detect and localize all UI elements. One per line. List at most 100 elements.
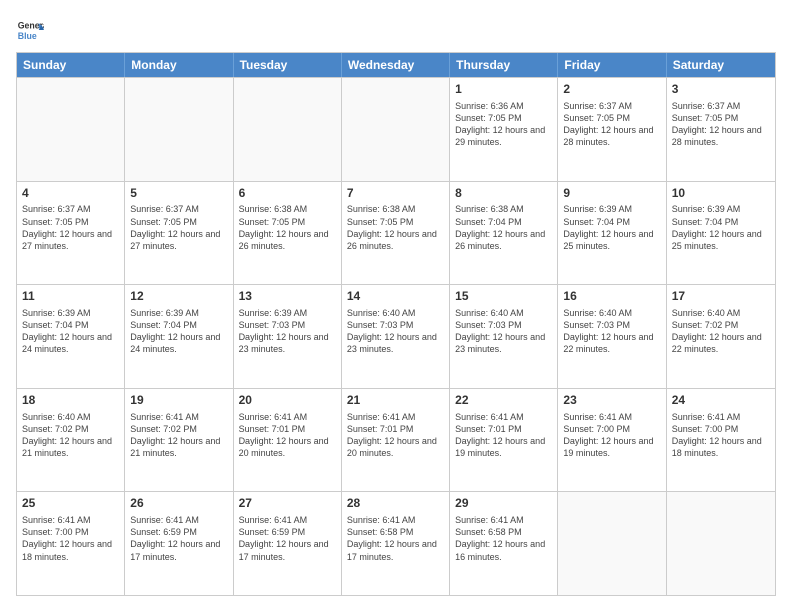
day-info: Sunrise: 6:41 AMSunset: 7:01 PMDaylight:… xyxy=(455,411,552,460)
day-info: Sunrise: 6:38 AMSunset: 7:04 PMDaylight:… xyxy=(455,203,552,252)
calendar-cell: 29 Sunrise: 6:41 AMSunset: 6:58 PMDayligh… xyxy=(450,492,558,595)
day-number: 10 xyxy=(672,185,770,202)
day-number: 8 xyxy=(455,185,552,202)
day-info: Sunrise: 6:39 AMSunset: 7:04 PMDaylight:… xyxy=(672,203,770,252)
day-info: Sunrise: 6:39 AMSunset: 7:04 PMDaylight:… xyxy=(130,307,227,356)
weekday-header-wednesday: Wednesday xyxy=(342,53,450,77)
day-info: Sunrise: 6:38 AMSunset: 7:05 PMDaylight:… xyxy=(239,203,336,252)
day-number: 28 xyxy=(347,495,444,512)
day-number: 26 xyxy=(130,495,227,512)
day-number: 18 xyxy=(22,392,119,409)
calendar-cell: 3 Sunrise: 6:37 AMSunset: 7:05 PMDaylight… xyxy=(667,78,775,181)
day-info: Sunrise: 6:41 AMSunset: 7:00 PMDaylight:… xyxy=(22,514,119,563)
calendar-cell: 19Sunrise: 6:41 AMSunset: 7:02 PMDayligh… xyxy=(125,389,233,492)
calendar-cell: 18 Sunrise: 6:40 AMSunset: 7:02 PMDayligh… xyxy=(17,389,125,492)
calendar-cell xyxy=(234,78,342,181)
calendar-cell: 10Sunrise: 6:39 AMSunset: 7:04 PMDayligh… xyxy=(667,182,775,285)
day-info: Sunrise: 6:40 AMSunset: 7:03 PMDaylight:… xyxy=(347,307,444,356)
day-info: Sunrise: 6:38 AMSunset: 7:05 PMDaylight:… xyxy=(347,203,444,252)
calendar: SundayMondayTuesdayWednesdayThursdayFrid… xyxy=(16,52,776,596)
calendar-row-4: 18 Sunrise: 6:40 AMSunset: 7:02 PMDayligh… xyxy=(17,388,775,492)
calendar-row-2: 4Sunrise: 6:37 AMSunset: 7:05 PMDaylight… xyxy=(17,181,775,285)
day-info: Sunrise: 6:40 AMSunset: 7:03 PMDaylight:… xyxy=(563,307,660,356)
day-number: 27 xyxy=(239,495,336,512)
calendar-cell: 9Sunrise: 6:39 AMSunset: 7:04 PMDaylight… xyxy=(558,182,666,285)
calendar-cell xyxy=(558,492,666,595)
calendar-cell: 16 Sunrise: 6:40 AMSunset: 7:03 PMDayligh… xyxy=(558,285,666,388)
calendar-cell: 1 Sunrise: 6:36 AMSunset: 7:05 PMDaylight… xyxy=(450,78,558,181)
svg-text:Blue: Blue xyxy=(18,31,37,41)
day-info: Sunrise: 6:41 AMSunset: 7:02 PMDaylight:… xyxy=(130,411,227,460)
weekday-header-sunday: Sunday xyxy=(17,53,125,77)
calendar-cell: 23Sunrise: 6:41 AMSunset: 7:00 PMDayligh… xyxy=(558,389,666,492)
day-number: 4 xyxy=(22,185,119,202)
calendar-cell: 17 Sunrise: 6:40 AMSunset: 7:02 PMDayligh… xyxy=(667,285,775,388)
day-info: Sunrise: 6:36 AMSunset: 7:05 PMDaylight:… xyxy=(455,100,552,149)
calendar-cell: 2Sunrise: 6:37 AMSunset: 7:05 PMDaylight… xyxy=(558,78,666,181)
day-number: 9 xyxy=(563,185,660,202)
day-info: Sunrise: 6:41 AMSunset: 7:01 PMDaylight:… xyxy=(347,411,444,460)
calendar-cell xyxy=(125,78,233,181)
day-number: 23 xyxy=(563,392,660,409)
calendar-cell: 6Sunrise: 6:38 AMSunset: 7:05 PMDaylight… xyxy=(234,182,342,285)
calendar-cell xyxy=(667,492,775,595)
weekday-header-monday: Monday xyxy=(125,53,233,77)
calendar-cell: 14 Sunrise: 6:40 AMSunset: 7:03 PMDayligh… xyxy=(342,285,450,388)
day-info: Sunrise: 6:40 AMSunset: 7:03 PMDaylight:… xyxy=(455,307,552,356)
day-number: 25 xyxy=(22,495,119,512)
day-number: 14 xyxy=(347,288,444,305)
weekday-header-saturday: Saturday xyxy=(667,53,775,77)
day-number: 5 xyxy=(130,185,227,202)
calendar-row-1: 1 Sunrise: 6:36 AMSunset: 7:05 PMDaylight… xyxy=(17,77,775,181)
day-info: Sunrise: 6:37 AMSunset: 7:05 PMDaylight:… xyxy=(130,203,227,252)
logo-icon: General Blue xyxy=(16,16,44,44)
weekday-header-tuesday: Tuesday xyxy=(234,53,342,77)
weekday-header-friday: Friday xyxy=(558,53,666,77)
calendar-cell: 7Sunrise: 6:38 AMSunset: 7:05 PMDaylight… xyxy=(342,182,450,285)
day-number: 22 xyxy=(455,392,552,409)
day-number: 16 xyxy=(563,288,660,305)
calendar-cell: 11 Sunrise: 6:39 AMSunset: 7:04 PMDayligh… xyxy=(17,285,125,388)
day-info: Sunrise: 6:41 AMSunset: 7:01 PMDaylight:… xyxy=(239,411,336,460)
calendar-cell: 27Sunrise: 6:41 AMSunset: 6:59 PMDayligh… xyxy=(234,492,342,595)
day-number: 3 xyxy=(672,81,770,98)
calendar-cell: 20 Sunrise: 6:41 AMSunset: 7:01 PMDayligh… xyxy=(234,389,342,492)
day-number: 1 xyxy=(455,81,552,98)
day-info: Sunrise: 6:37 AMSunset: 7:05 PMDaylight:… xyxy=(672,100,770,149)
day-info: Sunrise: 6:37 AMSunset: 7:05 PMDaylight:… xyxy=(563,100,660,149)
day-number: 13 xyxy=(239,288,336,305)
day-number: 7 xyxy=(347,185,444,202)
day-info: Sunrise: 6:40 AMSunset: 7:02 PMDaylight:… xyxy=(22,411,119,460)
day-info: Sunrise: 6:41 AMSunset: 6:58 PMDaylight:… xyxy=(347,514,444,563)
calendar-cell: 28 Sunrise: 6:41 AMSunset: 6:58 PMDayligh… xyxy=(342,492,450,595)
calendar-cell: 12Sunrise: 6:39 AMSunset: 7:04 PMDayligh… xyxy=(125,285,233,388)
day-info: Sunrise: 6:39 AMSunset: 7:03 PMDaylight:… xyxy=(239,307,336,356)
calendar-cell: 24Sunrise: 6:41 AMSunset: 7:00 PMDayligh… xyxy=(667,389,775,492)
day-number: 29 xyxy=(455,495,552,512)
day-info: Sunrise: 6:37 AMSunset: 7:05 PMDaylight:… xyxy=(22,203,119,252)
calendar-cell: 15 Sunrise: 6:40 AMSunset: 7:03 PMDayligh… xyxy=(450,285,558,388)
day-info: Sunrise: 6:41 AMSunset: 6:58 PMDaylight:… xyxy=(455,514,552,563)
weekday-header-thursday: Thursday xyxy=(450,53,558,77)
calendar-body: 1 Sunrise: 6:36 AMSunset: 7:05 PMDaylight… xyxy=(17,77,775,595)
calendar-cell: 26 Sunrise: 6:41 AMSunset: 6:59 PMDayligh… xyxy=(125,492,233,595)
logo: General Blue xyxy=(16,16,48,44)
calendar-cell: 13 Sunrise: 6:39 AMSunset: 7:03 PMDayligh… xyxy=(234,285,342,388)
calendar-cell: 22 Sunrise: 6:41 AMSunset: 7:01 PMDayligh… xyxy=(450,389,558,492)
day-number: 6 xyxy=(239,185,336,202)
calendar-row-5: 25 Sunrise: 6:41 AMSunset: 7:00 PMDayligh… xyxy=(17,491,775,595)
calendar-row-3: 11 Sunrise: 6:39 AMSunset: 7:04 PMDayligh… xyxy=(17,284,775,388)
page: General Blue SundayMondayTuesdayWednesda… xyxy=(0,0,792,612)
day-info: Sunrise: 6:41 AMSunset: 6:59 PMDaylight:… xyxy=(130,514,227,563)
day-number: 11 xyxy=(22,288,119,305)
day-number: 17 xyxy=(672,288,770,305)
calendar-cell: 21Sunrise: 6:41 AMSunset: 7:01 PMDayligh… xyxy=(342,389,450,492)
header: General Blue xyxy=(16,16,776,44)
day-number: 20 xyxy=(239,392,336,409)
calendar-cell: 4Sunrise: 6:37 AMSunset: 7:05 PMDaylight… xyxy=(17,182,125,285)
calendar-cell: 8Sunrise: 6:38 AMSunset: 7:04 PMDaylight… xyxy=(450,182,558,285)
day-number: 15 xyxy=(455,288,552,305)
day-info: Sunrise: 6:39 AMSunset: 7:04 PMDaylight:… xyxy=(22,307,119,356)
day-info: Sunrise: 6:40 AMSunset: 7:02 PMDaylight:… xyxy=(672,307,770,356)
calendar-cell: 25 Sunrise: 6:41 AMSunset: 7:00 PMDayligh… xyxy=(17,492,125,595)
